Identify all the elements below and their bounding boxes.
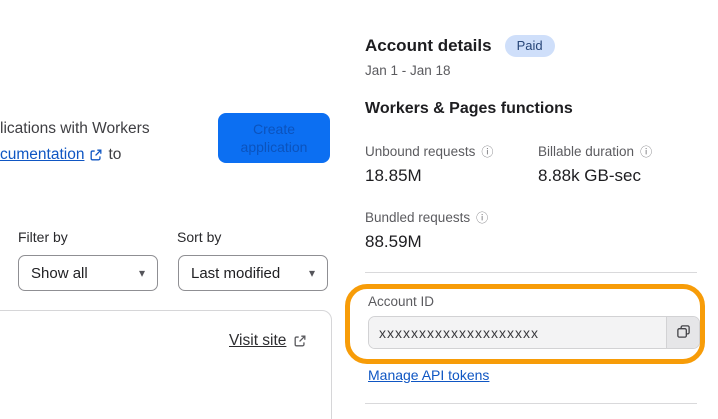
- account-id-field-group: [368, 316, 700, 349]
- stat-label: Unbound requests: [365, 144, 476, 159]
- sort-dropdown-value: Last modified: [191, 264, 281, 282]
- stat-value: 8.88k GB-sec: [538, 166, 641, 185]
- account-id-label: Account ID: [368, 294, 435, 309]
- stat-label: Billable duration: [538, 144, 635, 159]
- chevron-down-icon: ▾: [138, 266, 145, 280]
- stat-unbound-requests: Unbound requests ⓘ 18.85M: [365, 144, 538, 186]
- date-range: Jan 1 - Jan 18: [365, 63, 451, 78]
- copy-icon: [676, 324, 691, 342]
- stat-billable-duration: Billable duration ⓘ 8.88k GB-sec: [538, 144, 705, 186]
- stat-value: 88.59M: [365, 232, 422, 251]
- workers-pages-dashboard: lications with Workers cumentation to Cr…: [0, 0, 718, 419]
- create-application-button[interactable]: Create application: [218, 113, 330, 163]
- intro-text: lications with Workers cumentation to: [0, 116, 150, 168]
- intro-line-1: lications with Workers: [0, 120, 150, 137]
- account-details-header: Account details Paid: [365, 35, 555, 57]
- external-link-icon: [293, 334, 307, 348]
- filter-dropdown[interactable]: Show all ▾: [18, 255, 158, 291]
- stat-label: Bundled requests: [365, 210, 471, 225]
- sort-dropdown[interactable]: Last modified ▾: [178, 255, 328, 291]
- manage-api-tokens-link[interactable]: Manage API tokens: [368, 367, 489, 383]
- filter-by-label: Filter by: [18, 229, 68, 245]
- account-details-title: Account details: [365, 36, 492, 55]
- usage-stats: Unbound requests ⓘ 18.85M Billable durat…: [365, 144, 705, 252]
- info-icon[interactable]: ⓘ: [481, 146, 493, 158]
- documentation-link[interactable]: cumentation: [0, 142, 84, 168]
- stat-bundled-requests: Bundled requests ⓘ 88.59M: [365, 210, 538, 252]
- divider: [365, 272, 697, 273]
- divider: [365, 403, 697, 404]
- paid-plan-badge: Paid: [504, 35, 555, 57]
- sort-by-label: Sort by: [177, 229, 222, 245]
- info-icon[interactable]: ⓘ: [476, 212, 488, 224]
- info-icon[interactable]: ⓘ: [640, 146, 652, 158]
- visit-site-row: Visit site: [229, 332, 307, 350]
- intro-line-2: cumentation to: [0, 142, 150, 168]
- functions-section-title: Workers & Pages functions: [365, 100, 573, 117]
- copy-account-id-button[interactable]: [666, 317, 699, 348]
- visit-site-link[interactable]: Visit site: [229, 332, 286, 350]
- account-id-input[interactable]: [369, 317, 666, 348]
- filter-dropdown-value: Show all: [31, 264, 88, 282]
- stat-value: 18.85M: [365, 166, 422, 185]
- intro-suffix: to: [108, 146, 122, 163]
- chevron-down-icon: ▾: [308, 266, 315, 280]
- project-card: [0, 310, 332, 419]
- external-link-icon: [89, 148, 103, 162]
